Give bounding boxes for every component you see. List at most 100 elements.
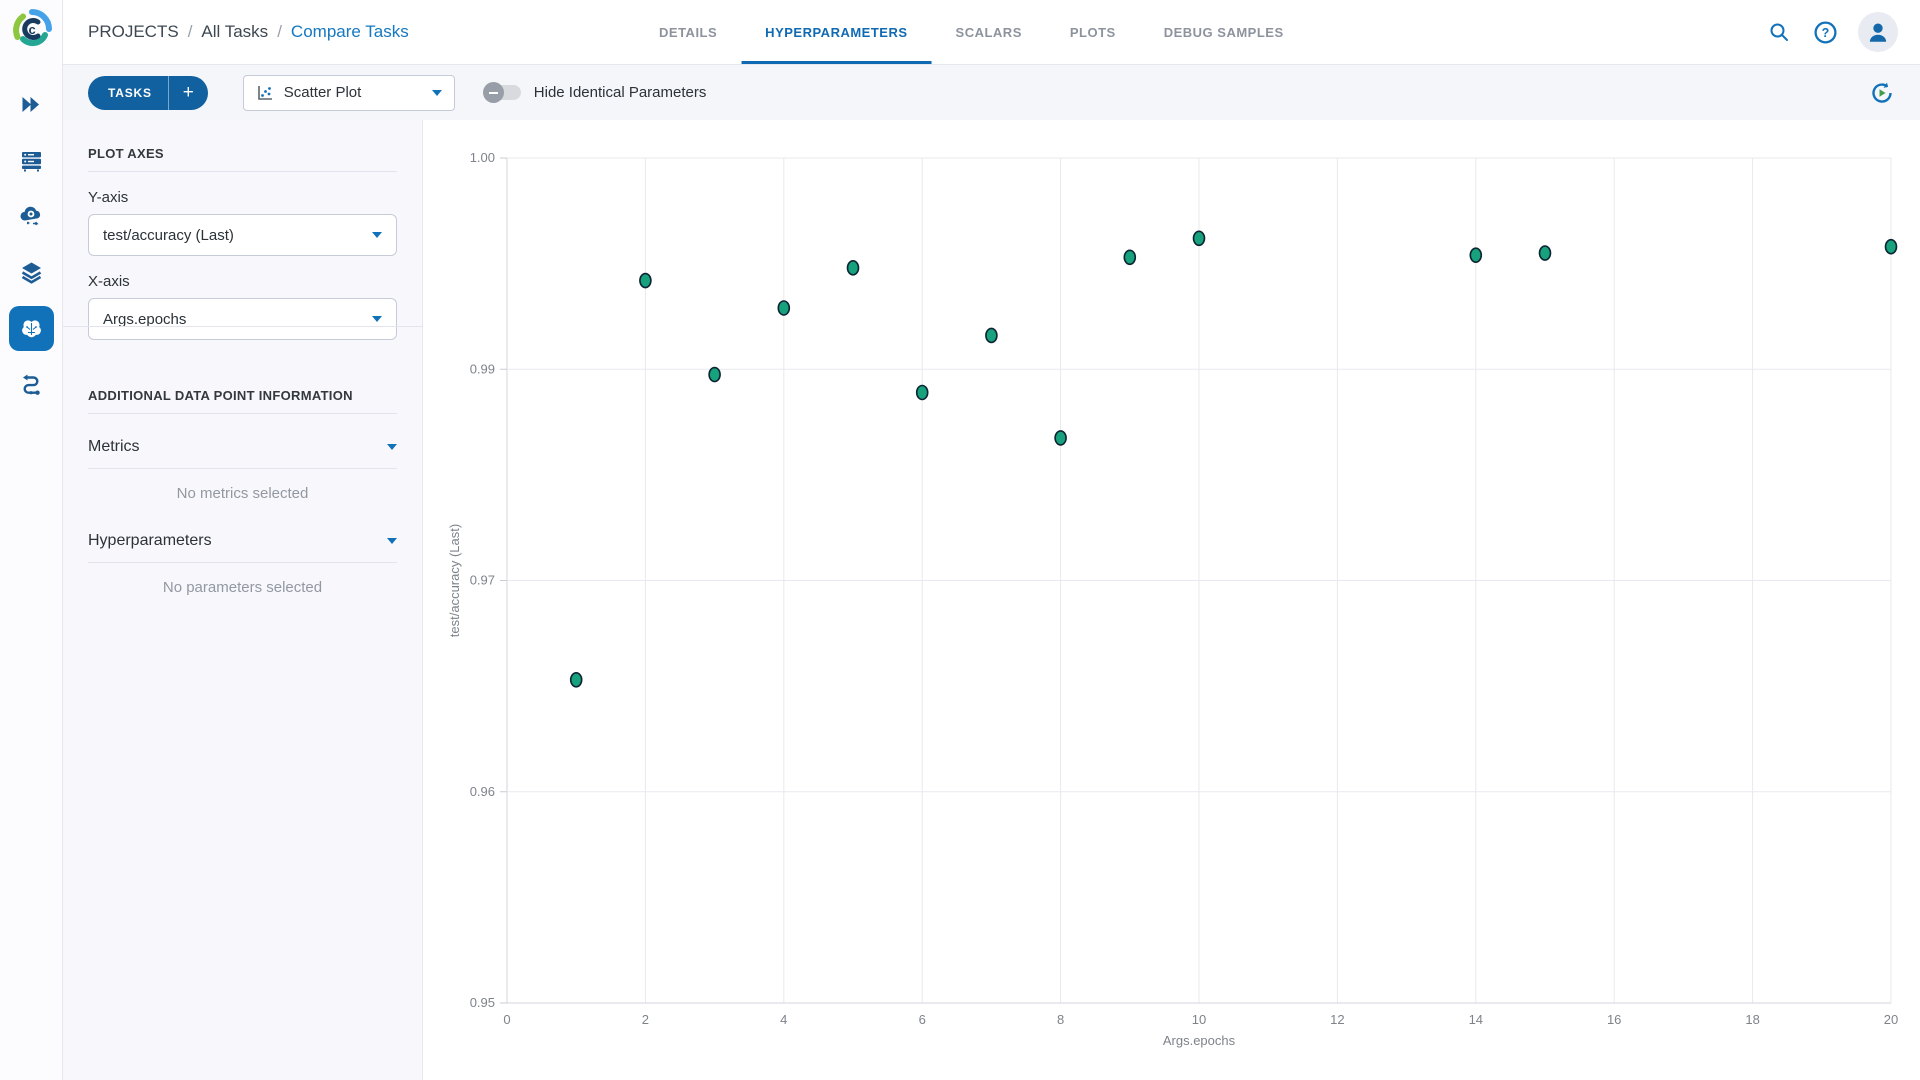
rail-pipeline-icon[interactable] xyxy=(9,362,54,407)
tab-scalars[interactable]: SCALARS xyxy=(932,0,1046,64)
add-task-button[interactable]: + xyxy=(168,76,208,110)
plot-type-value: Scatter Plot xyxy=(284,84,422,101)
help-icon[interactable]: ? xyxy=(1812,19,1838,45)
rail-double-chevron-right-icon[interactable] xyxy=(9,82,54,127)
x-tick-label: 6 xyxy=(919,1012,926,1027)
chevron-down-icon xyxy=(372,232,382,238)
x-tick-label: 12 xyxy=(1330,1012,1344,1027)
x-axis-title: Args.epochs xyxy=(1163,1033,1236,1048)
x-tick-label: 20 xyxy=(1884,1012,1898,1027)
scatter-point[interactable] xyxy=(1470,248,1481,262)
left-nav-rail: c xyxy=(0,0,63,1080)
plot-type-select[interactable]: Scatter Plot xyxy=(243,75,455,111)
x-axis-select[interactable]: Args.epochs xyxy=(88,298,397,340)
hide-identical-toggle-wrap: Hide Identical Parameters xyxy=(485,84,707,101)
top-header: PROJECTS/All Tasks/Compare Tasks DETAILS… xyxy=(63,0,1920,65)
section-divider xyxy=(63,326,422,327)
breadcrumb-item[interactable]: PROJECTS xyxy=(88,22,179,42)
header-icons: ? xyxy=(1766,12,1898,52)
y-tick-label: 0.95 xyxy=(470,995,495,1010)
y-axis-select[interactable]: test/accuracy (Last) xyxy=(88,214,397,256)
chevron-down-icon xyxy=(387,444,397,450)
scatter-point[interactable] xyxy=(1194,231,1205,245)
hide-identical-label: Hide Identical Parameters xyxy=(534,84,707,101)
divider xyxy=(88,562,397,563)
x-tick-label: 18 xyxy=(1745,1012,1759,1027)
svg-text:?: ? xyxy=(1821,26,1829,40)
hyperparameters-label: Hyperparameters xyxy=(88,532,387,550)
plot-config-sidebar: PLOT AXES Y-axis test/accuracy (Last) X-… xyxy=(63,120,423,1080)
x-tick-label: 4 xyxy=(780,1012,787,1027)
x-axis-label: X-axis xyxy=(88,273,397,290)
brain-icon xyxy=(18,315,45,342)
rail-server-rack-icon[interactable] xyxy=(9,138,54,183)
double-chevron-right-icon xyxy=(18,91,45,118)
pipeline-icon xyxy=(18,371,45,398)
cloud-gear-icon xyxy=(18,203,45,230)
tasks-button-group: TASKS + xyxy=(88,76,208,110)
y-tick-label: 1.00 xyxy=(470,150,495,165)
layers-icon xyxy=(18,259,45,286)
rail-layers-icon[interactable] xyxy=(9,250,54,295)
divider xyxy=(88,468,397,469)
divider xyxy=(88,413,397,414)
plot-axes-title: PLOT AXES xyxy=(88,146,397,161)
x-tick-label: 0 xyxy=(503,1012,510,1027)
scatter-point[interactable] xyxy=(848,261,859,275)
breadcrumb: PROJECTS/All Tasks/Compare Tasks xyxy=(63,22,409,42)
y-axis-title: test/accuracy (Last) xyxy=(447,524,462,637)
scatter-point[interactable] xyxy=(917,385,928,399)
divider xyxy=(88,171,397,172)
metrics-label: Metrics xyxy=(88,438,387,456)
server-rack-icon xyxy=(18,147,45,174)
metrics-empty-state: No metrics selected xyxy=(88,485,397,502)
breadcrumb-item[interactable]: All Tasks xyxy=(201,22,268,42)
scatter-plot-icon xyxy=(256,84,274,102)
scatter-point[interactable] xyxy=(1886,240,1897,254)
scatter-point[interactable] xyxy=(640,274,651,288)
metrics-collapse[interactable]: Metrics xyxy=(88,438,397,456)
x-tick-label: 14 xyxy=(1469,1012,1483,1027)
scatter-point[interactable] xyxy=(709,368,720,382)
compare-toolbar: TASKS + Scatter Plot Hide Identical Para… xyxy=(63,65,1920,120)
app-root: c PROJECTS/All Tasks/Compare Tasks DETAI… xyxy=(0,0,1920,1080)
y-axis-label: Y-axis xyxy=(88,189,397,206)
x-tick-label: 8 xyxy=(1057,1012,1064,1027)
x-tick-label: 10 xyxy=(1192,1012,1206,1027)
clearml-logo-icon[interactable]: c xyxy=(11,8,53,50)
tab-bar: DETAILSHYPERPARAMETERSSCALARSPLOTSDEBUG … xyxy=(635,0,1308,64)
scatter-point[interactable] xyxy=(1540,246,1551,260)
hide-identical-toggle[interactable] xyxy=(485,85,521,100)
svg-text:c: c xyxy=(29,22,36,37)
auto-refresh-icon[interactable] xyxy=(1868,79,1896,107)
tab-hyperparameters[interactable]: HYPERPARAMETERS xyxy=(741,0,931,64)
scatter-point[interactable] xyxy=(571,673,582,687)
scatter-point[interactable] xyxy=(778,301,789,315)
x-tick-label: 2 xyxy=(642,1012,649,1027)
chevron-down-icon xyxy=(432,90,442,96)
tab-plots[interactable]: PLOTS xyxy=(1046,0,1140,64)
chevron-down-icon xyxy=(387,538,397,544)
y-tick-label: 0.97 xyxy=(470,573,495,588)
tab-details[interactable]: DETAILS xyxy=(635,0,741,64)
tasks-button[interactable]: TASKS xyxy=(88,76,168,110)
breadcrumb-separator: / xyxy=(277,22,282,42)
hyperparameters-empty-state: No parameters selected xyxy=(88,579,397,596)
rail-brain-icon[interactable] xyxy=(9,306,54,351)
hyperparameters-collapse[interactable]: Hyperparameters xyxy=(88,532,397,550)
x-tick-label: 16 xyxy=(1607,1012,1621,1027)
breadcrumb-item[interactable]: Compare Tasks xyxy=(291,22,409,42)
scatter-point[interactable] xyxy=(1124,250,1135,264)
chevron-down-icon xyxy=(372,316,382,322)
scatter-point[interactable] xyxy=(986,328,997,342)
tab-debug-samples[interactable]: DEBUG SAMPLES xyxy=(1140,0,1308,64)
scatter-plot-area: 024681012141618201.000.990.970.960.95Arg… xyxy=(423,120,1920,1080)
user-avatar-icon[interactable] xyxy=(1858,12,1898,52)
additional-info-title: ADDITIONAL DATA POINT INFORMATION xyxy=(88,388,397,403)
toggle-knob xyxy=(483,82,504,103)
search-icon[interactable] xyxy=(1766,19,1792,45)
y-axis-value: test/accuracy (Last) xyxy=(103,227,372,244)
x-axis-value: Args.epochs xyxy=(103,311,372,328)
rail-cloud-gear-icon[interactable] xyxy=(9,194,54,239)
scatter-point[interactable] xyxy=(1055,431,1066,445)
